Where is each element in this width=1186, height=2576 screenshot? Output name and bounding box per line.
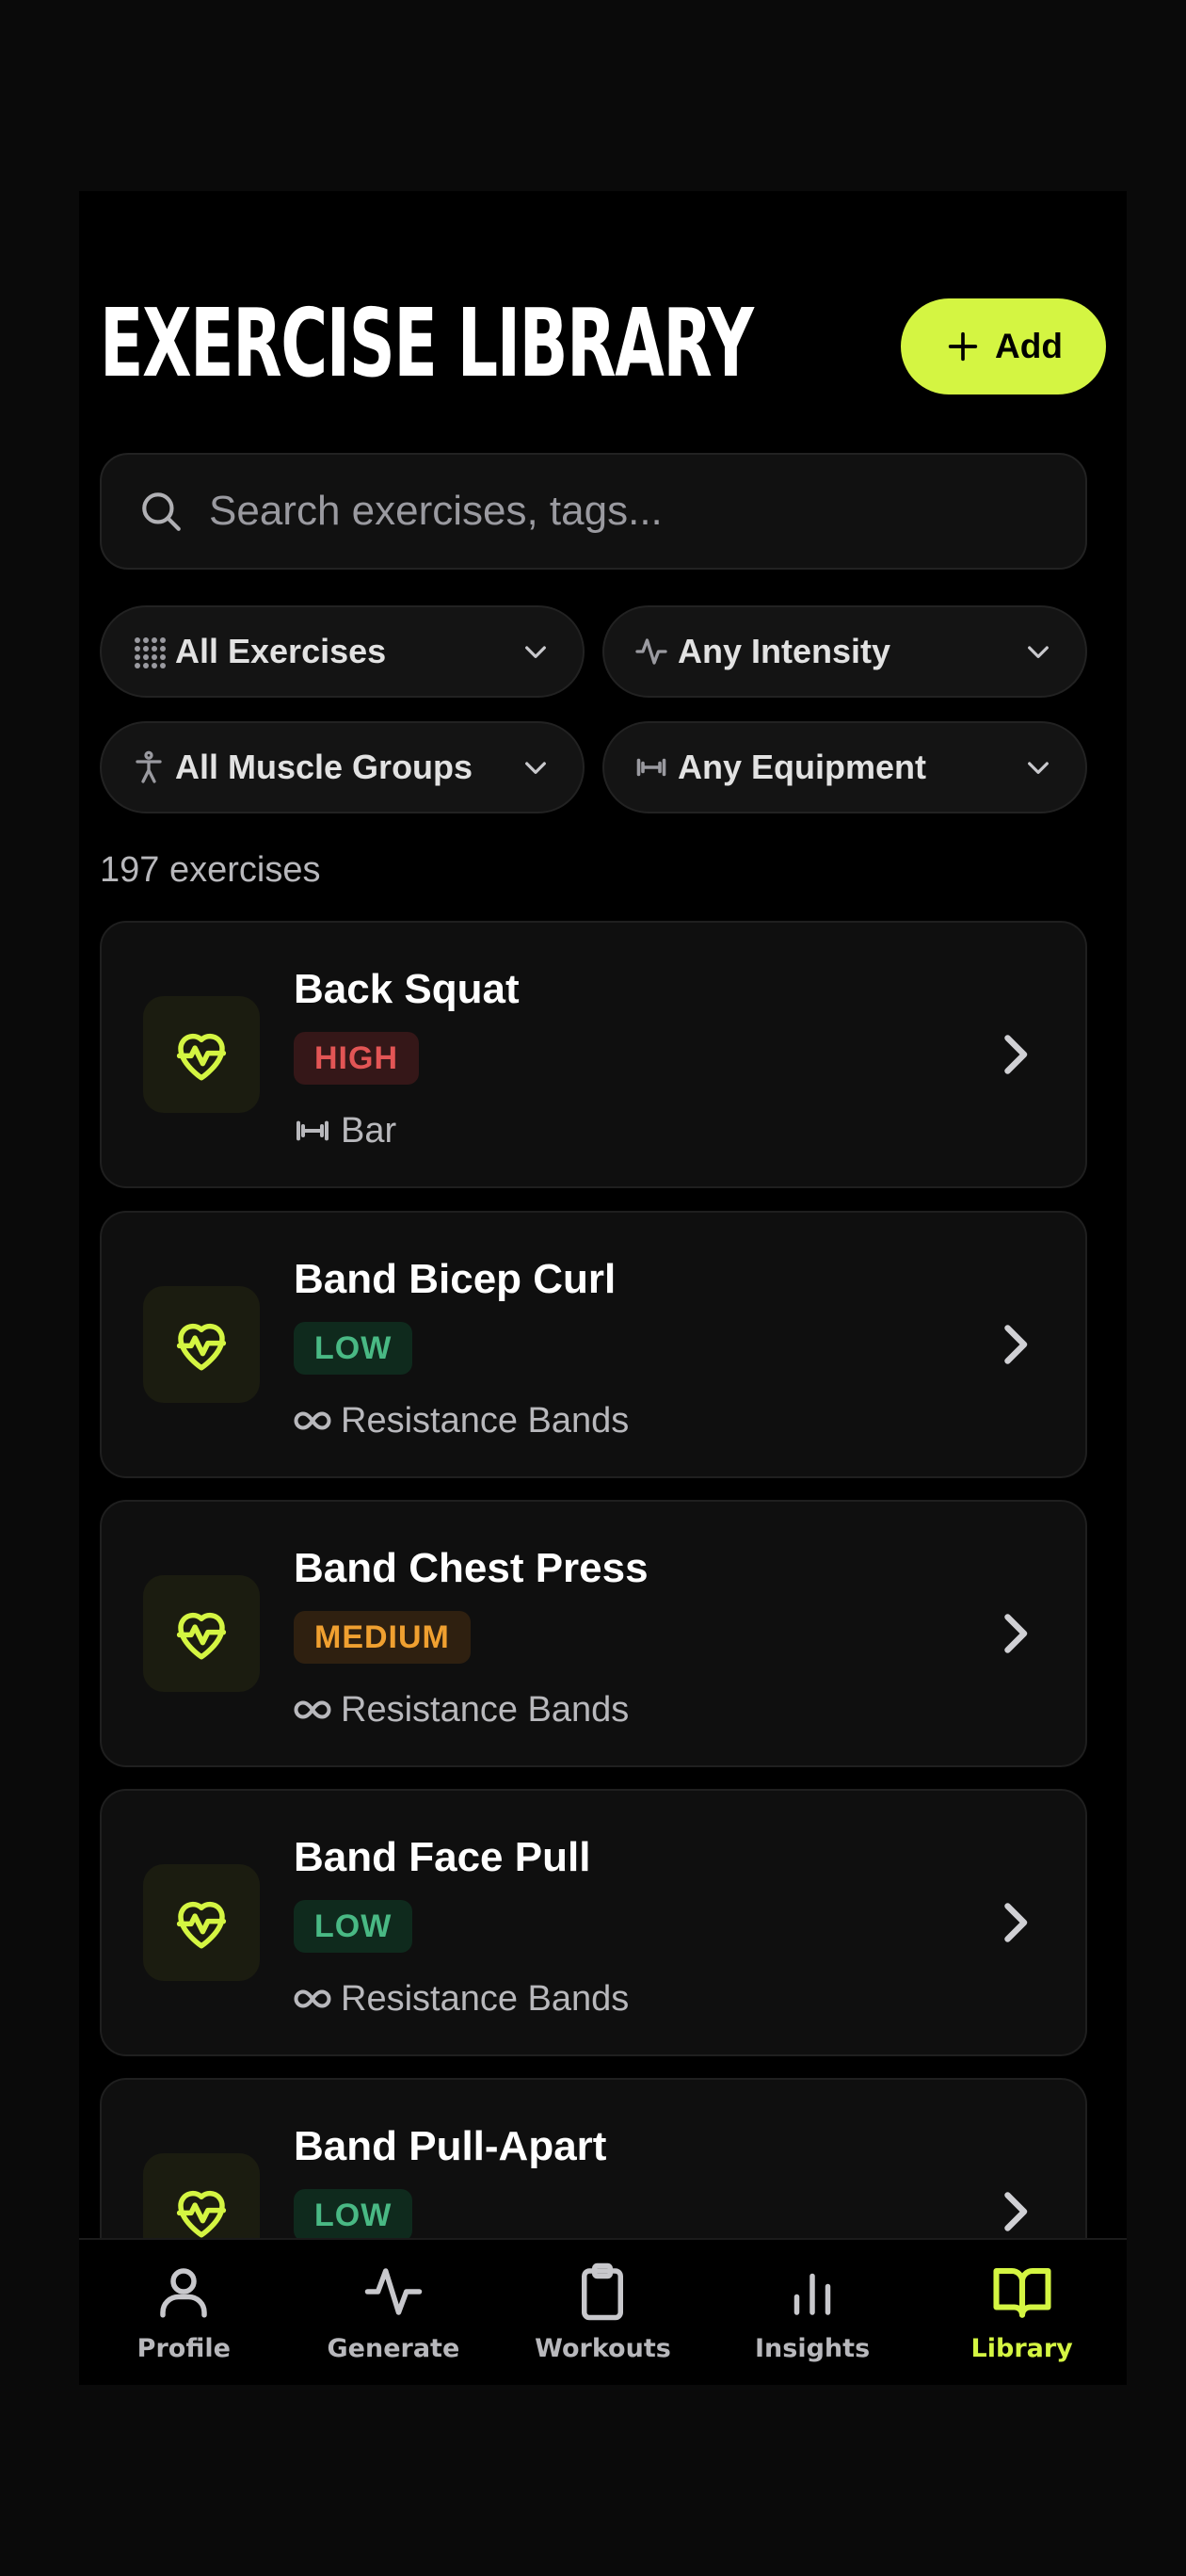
filter-exercises-dropdown[interactable]: All Exercises: [100, 605, 585, 698]
exercise-thumbnail: [143, 1864, 260, 1981]
intensity-badge: LOW: [294, 2189, 413, 2242]
chevron-down-icon: [1028, 762, 1049, 774]
search-icon: [142, 492, 181, 531]
exercise-name: Band Pull-Apart: [294, 2123, 607, 2169]
nav-label: Insights: [755, 2334, 871, 2363]
exercise-thumbnail: [143, 1575, 260, 1692]
chevron-down-icon: [525, 646, 546, 658]
activity-icon: [364, 2268, 423, 2315]
equipment-label: Resistance Bands: [341, 1689, 630, 1730]
filter-muscle-groups-dropdown[interactable]: All Muscle Groups: [100, 721, 585, 813]
chevron-right-icon: [1004, 1035, 1028, 1074]
infinity-icon: [294, 1411, 331, 1430]
exercise-thumbnail: [143, 1286, 260, 1403]
chevron-down-icon: [525, 762, 546, 774]
nav-item-insights[interactable]: Insights: [708, 2240, 918, 2385]
nav-label: Workouts: [535, 2334, 671, 2363]
dumbbell-icon: [296, 1120, 329, 1141]
exercise-card[interactable]: Band Chest Press MEDIUM Resistance Bands: [100, 1500, 1087, 1767]
person-icon: [136, 750, 162, 783]
user-icon: [160, 2268, 208, 2318]
clipboard-icon: [582, 2262, 624, 2321]
nav-label: Library: [970, 2334, 1073, 2363]
book-open-icon: [993, 2267, 1051, 2318]
exercise-name: Band Face Pull: [294, 1834, 591, 1880]
header: EXERCISE LIBRARY Add: [100, 292, 1106, 395]
exercise-name: Band Chest Press: [294, 1545, 649, 1591]
chevron-right-icon: [1004, 1903, 1028, 1942]
activity-icon: [635, 638, 667, 665]
search-input[interactable]: [207, 487, 1085, 536]
filter-label: All Exercises: [175, 632, 387, 670]
equipment-info: Resistance Bands: [294, 1686, 629, 1733]
exercise-card[interactable]: Band Face Pull LOW Resistance Bands: [100, 1789, 1087, 2056]
infinity-icon: [294, 1700, 331, 1719]
dumbbell-icon: [636, 758, 666, 777]
equipment-info: Bar: [294, 1107, 396, 1154]
intensity-badge: LOW: [294, 1322, 413, 1375]
exercise-thumbnail: [143, 996, 260, 1113]
nav-label: Generate: [327, 2334, 460, 2363]
chevron-right-icon: [1004, 1325, 1028, 1364]
filter-intensity-dropdown[interactable]: Any Intensity: [602, 605, 1087, 698]
exercise-card[interactable]: Band Bicep Curl LOW Resistance Bands: [100, 1211, 1087, 1478]
chevron-right-icon: [1004, 1614, 1028, 1653]
equipment-info: Resistance Bands: [294, 1975, 629, 2022]
chevron-down-icon: [1028, 646, 1049, 658]
heart-pulse-icon: [176, 2190, 227, 2238]
equipment-label: Resistance Bands: [341, 1978, 630, 2019]
heart-pulse-icon: [176, 1323, 227, 1371]
app-screen: EXERCISE LIBRARY Add All Exercises Any I…: [79, 191, 1127, 2385]
exercise-name: Back Squat: [294, 966, 520, 1012]
heart-pulse-icon: [176, 1901, 227, 1949]
intensity-badge: HIGH: [294, 1032, 419, 1085]
nav-item-workouts[interactable]: Workouts: [498, 2240, 708, 2385]
intensity-badge: MEDIUM: [294, 1611, 471, 1664]
nav-label: Profile: [136, 2334, 231, 2363]
heart-pulse-icon: [176, 1612, 227, 1660]
add-button-label: Add: [995, 327, 1063, 365]
plus-icon: [948, 331, 978, 362]
intensity-badge: LOW: [294, 1900, 413, 1953]
exercise-count: 197 exercises: [100, 850, 321, 890]
filter-label: All Muscle Groups: [175, 748, 473, 786]
filter-equipment-dropdown[interactable]: Any Equipment: [602, 721, 1087, 813]
equipment-label: Bar: [341, 1110, 397, 1151]
bar-chart-icon: [793, 2273, 831, 2315]
equipment-label: Resistance Bands: [341, 1400, 630, 1441]
bottom-nav: Profile Generate Workouts Insights Libra…: [79, 2238, 1127, 2385]
heart-pulse-icon: [176, 1033, 227, 1081]
page-title: EXERCISE LIBRARY: [100, 288, 754, 398]
grid-icon: [135, 637, 166, 668]
nav-item-generate[interactable]: Generate: [289, 2240, 499, 2385]
add-exercise-button[interactable]: Add: [901, 298, 1106, 394]
filter-label: Any Equipment: [678, 748, 927, 786]
chevron-right-icon: [1004, 2192, 1028, 2231]
equipment-info: Resistance Bands: [294, 1397, 629, 1444]
nav-item-profile[interactable]: Profile: [79, 2240, 289, 2385]
search-bar[interactable]: [100, 453, 1087, 570]
filter-label: Any Intensity: [678, 632, 891, 670]
infinity-icon: [294, 1989, 331, 2008]
exercise-name: Band Bicep Curl: [294, 1256, 617, 1302]
exercise-card[interactable]: Back Squat HIGH Bar: [100, 921, 1087, 1188]
nav-item-library[interactable]: Library: [917, 2240, 1127, 2385]
